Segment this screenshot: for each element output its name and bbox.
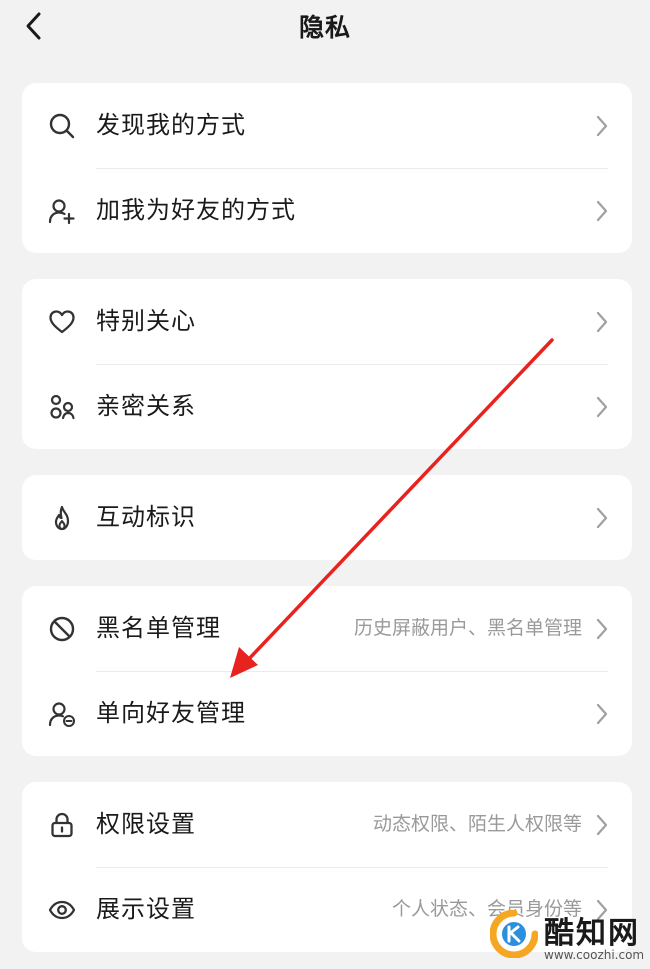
row-interaction-badge[interactable]: 互动标识 xyxy=(22,475,632,560)
row-label: 黑名单管理 xyxy=(96,614,221,642)
chevron-right-icon xyxy=(596,814,608,836)
eye-icon xyxy=(48,896,76,924)
page-title: 隐私 xyxy=(298,13,351,42)
row-intimate-relation[interactable]: 亲密关系 xyxy=(22,364,632,449)
row-label: 加我为好友的方式 xyxy=(96,196,296,224)
settings-group: 互动标识 xyxy=(22,475,632,560)
heart-icon xyxy=(48,308,76,336)
watermark-url: www.coozhi.com xyxy=(544,948,645,962)
chevron-right-icon xyxy=(596,507,608,529)
row-label: 展示设置 xyxy=(96,895,196,923)
row-label: 发现我的方式 xyxy=(96,111,246,139)
watermark-logo: 酷知网 www.coozhi.com xyxy=(484,906,644,966)
watermark-icon xyxy=(490,910,538,958)
chevron-right-icon xyxy=(596,311,608,333)
row-permission-settings[interactable]: 权限设置 动态权限、陌生人权限等 xyxy=(22,782,632,867)
row-label: 单向好友管理 xyxy=(96,699,246,727)
row-special-care[interactable]: 特别关心 xyxy=(22,279,632,364)
chevron-right-icon xyxy=(596,618,608,640)
add-user-icon xyxy=(48,197,76,225)
row-discover-me[interactable]: 发现我的方式 xyxy=(22,83,632,168)
row-one-way-friends[interactable]: 单向好友管理 xyxy=(22,671,632,756)
search-icon xyxy=(48,112,76,140)
lock-icon xyxy=(48,811,76,839)
row-blacklist[interactable]: 黑名单管理 历史屏蔽用户、黑名单管理 xyxy=(22,586,632,671)
row-subtitle: 历史屏蔽用户、黑名单管理 xyxy=(353,617,582,639)
chevron-right-icon xyxy=(596,115,608,137)
header-bar: 隐私 xyxy=(0,0,650,56)
chevron-right-icon xyxy=(596,396,608,418)
one-way-friend-icon xyxy=(48,700,76,728)
settings-group: 发现我的方式 加我为好友的方式 xyxy=(22,83,632,253)
row-add-friend-methods[interactable]: 加我为好友的方式 xyxy=(22,168,632,253)
row-label: 权限设置 xyxy=(96,810,196,838)
settings-group: 黑名单管理 历史屏蔽用户、黑名单管理 单向好友管理 xyxy=(22,586,632,756)
chevron-right-icon xyxy=(596,703,608,725)
settings-group: 特别关心 亲密关系 xyxy=(22,279,632,449)
watermark-name: 酷知网 xyxy=(544,916,640,951)
block-icon xyxy=(48,615,76,643)
flame-icon xyxy=(48,504,76,532)
row-label: 特别关心 xyxy=(96,307,196,335)
chevron-right-icon xyxy=(596,200,608,222)
intimate-relation-icon xyxy=(48,393,76,421)
row-label: 亲密关系 xyxy=(96,392,196,420)
row-subtitle: 动态权限、陌生人权限等 xyxy=(372,813,582,835)
row-label: 互动标识 xyxy=(96,503,196,531)
